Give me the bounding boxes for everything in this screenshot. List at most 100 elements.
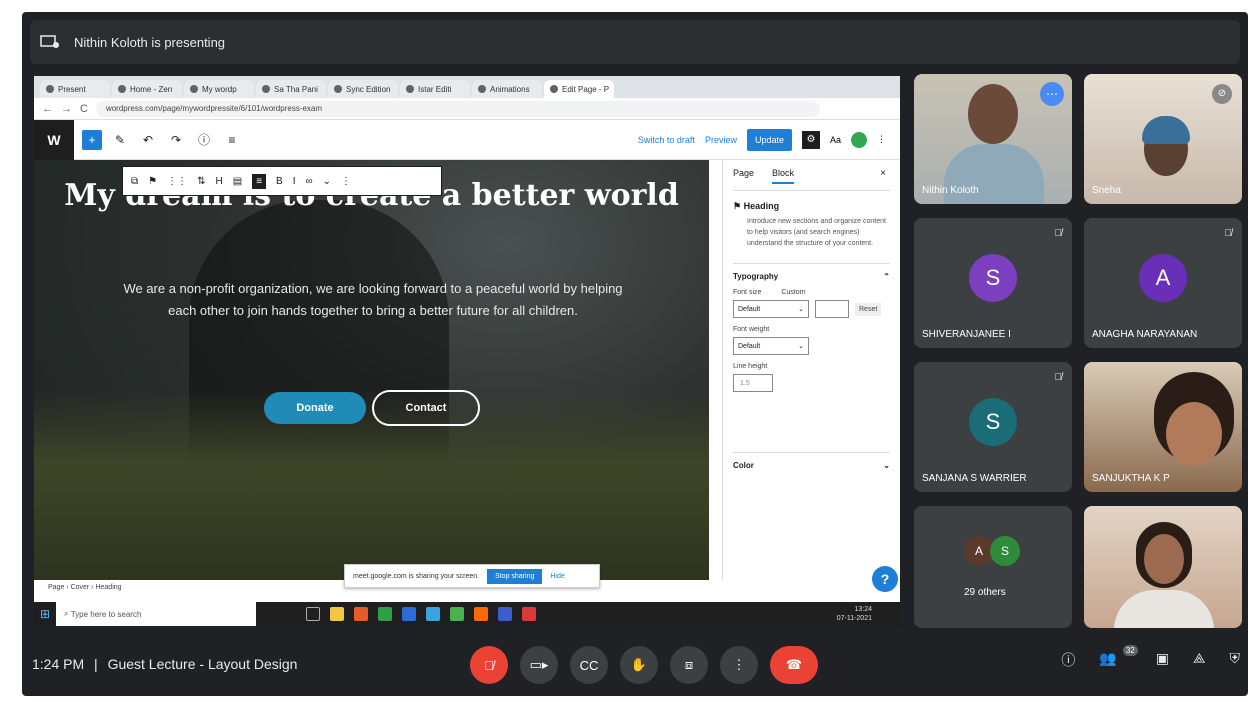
font-size-select[interactable]: Default ⌄	[733, 300, 809, 318]
styles-icon[interactable]: Aa	[830, 135, 841, 145]
app-icon[interactable]	[498, 607, 512, 621]
text-align-icon[interactable]: ≡	[252, 173, 267, 189]
tab-label: My wordp	[202, 84, 237, 94]
participant-tile[interactable]: ⊘ Sneha	[1084, 74, 1242, 204]
jetpack-icon[interactable]	[851, 131, 867, 148]
pdf-icon[interactable]	[522, 607, 536, 621]
url-input[interactable]: wordpress.com/page/mywordpressite/6/101/…	[95, 100, 820, 117]
meeting-details-icon[interactable]: ⓘ	[1061, 650, 1075, 670]
wordpress-logo[interactable]: W	[34, 119, 74, 160]
mic-off-button[interactable]: 🎙̸	[470, 646, 508, 684]
preview-button[interactable]: Preview	[705, 135, 737, 145]
align-icon[interactable]: ▤	[233, 176, 242, 187]
move-updown-icon[interactable]: ⇅	[197, 176, 205, 187]
taskbar-search-input[interactable]: ⌕ Type here to search	[56, 602, 256, 626]
color-section[interactable]: Color ⌄	[733, 452, 890, 470]
activities-icon[interactable]: ⟁	[1193, 650, 1206, 670]
help-button[interactable]: ?	[872, 566, 898, 592]
tab-label: Present	[58, 84, 86, 94]
word-icon[interactable]	[402, 607, 416, 621]
more-options-icon[interactable]: ⋯	[1040, 82, 1064, 106]
camera-button[interactable]: ▭▸	[520, 646, 558, 684]
others-count: 29 others	[964, 587, 1006, 598]
more-options-icon[interactable]: ⋮	[877, 134, 886, 145]
line-height-input[interactable]: 1.5	[733, 374, 773, 392]
chat-icon[interactable]: ▣	[1156, 650, 1169, 670]
switch-to-draft-button[interactable]: Switch to draft	[638, 135, 695, 145]
bookmark-icon[interactable]: ⚑	[148, 176, 157, 187]
reset-button[interactable]: Reset	[855, 302, 882, 316]
custom-size-input[interactable]	[815, 300, 849, 318]
present-button[interactable]: ⧈	[670, 646, 708, 684]
participant-avatar: S	[990, 536, 1020, 566]
browser-tab-active[interactable]: Edit Page - P	[544, 80, 614, 98]
app-icon[interactable]	[426, 607, 440, 621]
browser-tab[interactable]: Present	[40, 80, 110, 98]
participant-tile[interactable]: SANJUKTHA K P	[1084, 362, 1242, 492]
link-icon[interactable]: ∞	[305, 176, 312, 187]
screenshot-frame: Nithin Koloth is presenting Present Home…	[0, 0, 1259, 702]
participant-tile[interactable]: 🎙̸ S SANJANA S WARRIER	[914, 362, 1072, 492]
add-block-button[interactable]: +	[82, 129, 102, 150]
close-icon[interactable]: ×	[880, 168, 886, 179]
tab-block[interactable]: Block	[772, 168, 795, 184]
forward-icon[interactable]: →	[61, 103, 72, 115]
browser-tab[interactable]: Istar Editi	[400, 80, 470, 98]
drag-handle-icon[interactable]: ⋮⋮	[167, 176, 187, 187]
block-options-icon[interactable]: ⋮	[341, 176, 351, 187]
file-explorer-icon[interactable]	[330, 607, 344, 621]
more-formatting-icon[interactable]: ⌄	[323, 176, 331, 187]
participant-tile[interactable]	[1084, 506, 1242, 628]
browser-tab[interactable]: Home - Zen	[112, 80, 182, 98]
update-button[interactable]: Update	[746, 128, 792, 151]
stop-sharing-button[interactable]: Stop sharing	[487, 568, 543, 584]
browser-tab[interactable]: Sa Tha Pani	[256, 80, 326, 98]
reload-icon[interactable]: C	[80, 103, 88, 115]
taskbar-search-placeholder: Type here to search	[70, 609, 142, 619]
bold-icon[interactable]: B	[276, 176, 283, 187]
tab-label: Edit Page - P	[562, 84, 610, 94]
task-view-icon[interactable]	[306, 607, 320, 621]
participant-tile[interactable]: ⋯ Nithin Koloth	[914, 74, 1072, 204]
cover-block[interactable]: ⧉ ⚑ ⋮⋮ ⇅ H ▤ ≡ B I ∞ ⌄ ⋮ My dream is to …	[34, 160, 709, 580]
raise-hand-button[interactable]: ✋	[620, 646, 658, 684]
browser-tab[interactable]: Animations	[472, 80, 542, 98]
chevron-down-icon: ⌄	[883, 461, 890, 470]
more-options-button[interactable]: ⋮	[720, 646, 758, 684]
participant-tile-others[interactable]: A S 29 others	[914, 506, 1072, 628]
end-call-button[interactable]: ☎	[770, 646, 818, 684]
meeting-info: 1:24 PM | Guest Lecture - Layout Design	[22, 656, 297, 672]
host-controls-icon[interactable]: ⛨	[1230, 650, 1241, 670]
taskbar-clock[interactable]: 13:24 07-11-2021	[837, 605, 900, 623]
donate-button[interactable]: Donate	[264, 392, 366, 424]
back-icon[interactable]: ←	[42, 103, 53, 115]
chrome-icon[interactable]	[450, 607, 464, 621]
participant-tile[interactable]: 🎙̸ A ANAGHA NARAYANAN	[1084, 218, 1242, 348]
browser-tab[interactable]: My wordp	[184, 80, 254, 98]
heading-level-icon[interactable]: H	[216, 176, 223, 187]
app-icon[interactable]	[354, 607, 368, 621]
people-icon[interactable]: 👥 32	[1099, 645, 1138, 670]
search-icon: ⌕	[64, 609, 71, 618]
settings-icon[interactable]: ⚙	[801, 130, 820, 149]
cover-paragraph[interactable]: We are a non-profit organization, we are…	[118, 278, 628, 322]
windows-start-icon[interactable]: ⊞	[34, 602, 56, 626]
captions-button[interactable]: CC	[570, 646, 608, 684]
hide-button[interactable]: Hide	[550, 573, 564, 580]
participant-headscarf	[1142, 116, 1190, 144]
redo-icon[interactable]: ↷	[166, 130, 186, 150]
info-icon[interactable]: ⓘ	[194, 130, 214, 150]
tab-page[interactable]: Page	[733, 168, 754, 184]
undo-icon[interactable]: ↶	[138, 130, 158, 150]
participant-tile[interactable]: 🎙̸ S SHIVERANJANEE I	[914, 218, 1072, 348]
font-weight-select[interactable]: Default ⌄	[733, 337, 809, 355]
excel-icon[interactable]	[378, 607, 392, 621]
parent-block-icon[interactable]: ⧉	[131, 176, 138, 187]
firefox-icon[interactable]	[474, 607, 488, 621]
italic-icon[interactable]: I	[293, 176, 296, 187]
typography-section[interactable]: Typography ⌃	[733, 263, 890, 281]
contact-button[interactable]: Contact	[372, 390, 480, 426]
browser-tab[interactable]: Sync Edition	[328, 80, 398, 98]
list-view-icon[interactable]: ≡	[222, 130, 242, 150]
edit-tool-icon[interactable]: ✎	[110, 130, 130, 150]
